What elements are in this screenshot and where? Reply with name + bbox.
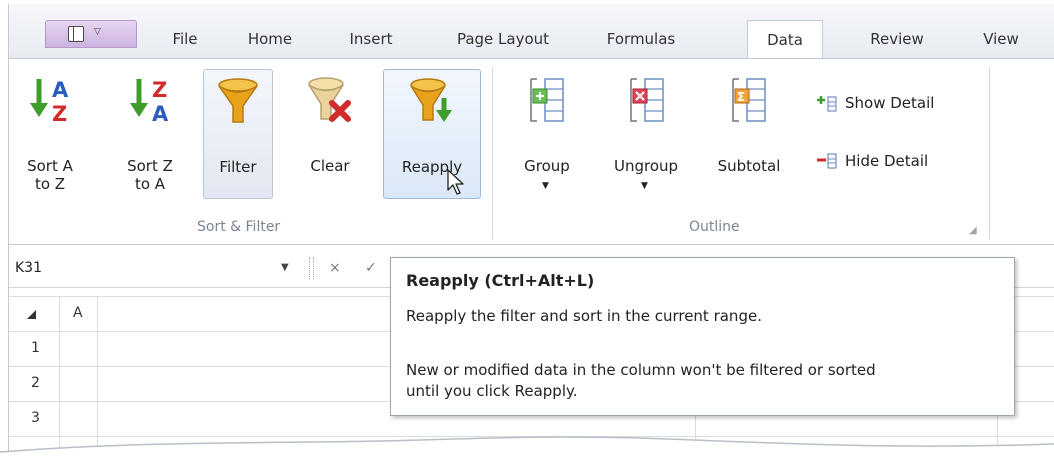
hide-detail-label: Hide Detail <box>845 152 929 170</box>
mouse-cursor-icon <box>447 169 464 195</box>
group-separator <box>492 67 493 239</box>
outline-dialog-launcher-icon[interactable]: ◢ <box>969 225 977 236</box>
svg-text:Z: Z <box>52 102 67 126</box>
clear-label: Clear <box>310 157 350 175</box>
tooltip-note-line-2: until you click Reapply. <box>406 382 578 400</box>
sort-a-to-z-button[interactable]: A Z Sort A to Z <box>17 69 83 199</box>
group-dropdown-icon: ▼ <box>542 181 549 191</box>
group-button[interactable]: Group ▼ <box>515 69 579 209</box>
svg-text:A: A <box>52 78 69 102</box>
clear-filter-icon <box>308 77 351 122</box>
tooltip-description: Reapply the filter and sort in the curre… <box>406 307 762 325</box>
group-separator <box>989 67 990 239</box>
show-detail-label: Show Detail <box>845 94 935 112</box>
row-header-1[interactable]: 1 <box>31 340 40 356</box>
name-box[interactable]: K31 <box>9 249 299 287</box>
cancel-entry-icon[interactable]: × <box>329 249 341 287</box>
splitter-grip[interactable] <box>309 257 314 279</box>
filter-label: Filter <box>219 158 257 176</box>
ribbon-tab-strip: ▽ File Home Insert Page Layout Formulas … <box>9 4 1054 58</box>
svg-text:Σ: Σ <box>737 90 745 104</box>
tooltip-note-line-1: New or modified data in the column won't… <box>406 361 876 379</box>
enter-entry-icon[interactable]: ✓ <box>365 249 377 287</box>
filter-button[interactable]: Filter <box>203 69 273 199</box>
ribbon-panel: A Z Sort A to Z Z A Sort Z to A Filter C… <box>9 58 1054 245</box>
sort-ascending-icon: A Z <box>30 78 69 126</box>
row-header-2[interactable]: 2 <box>31 375 40 391</box>
ungroup-button[interactable]: Ungroup ▼ <box>601 69 691 209</box>
sort-filter-group-label: Sort & Filter <box>197 219 281 235</box>
tab-formulas[interactable]: Formulas <box>591 20 691 58</box>
funnel-icon <box>218 78 258 123</box>
hide-detail-button[interactable]: Hide Detail <box>817 151 977 175</box>
svg-text:Z: Z <box>152 78 167 102</box>
tab-review[interactable]: Review <box>857 20 937 58</box>
application-menu-icon <box>68 26 84 42</box>
hide-detail-icon <box>817 153 837 169</box>
chevron-down-icon: ▽ <box>94 27 101 37</box>
group-label: Group <box>524 157 570 175</box>
name-box-dropdown-icon[interactable]: ▼ <box>281 249 289 287</box>
sort-descending-icon: Z A <box>130 78 169 126</box>
tab-data[interactable]: Data <box>747 20 823 58</box>
tab-insert[interactable]: Insert <box>333 20 409 58</box>
application-menu-button[interactable]: ▽ <box>45 20 137 48</box>
reapply-tooltip: Reapply (Ctrl+Alt+L) Reapply the filter … <box>390 257 1015 416</box>
subtotal-icon: Σ <box>732 78 766 122</box>
column-header-a[interactable]: A <box>73 305 83 321</box>
ungroup-label: Ungroup <box>613 157 679 175</box>
outline-group-label: Outline <box>689 219 740 235</box>
show-detail-icon <box>817 96 837 112</box>
select-all-corner-icon[interactable] <box>27 310 36 319</box>
ungroup-dropdown-icon: ▼ <box>641 181 648 191</box>
group-icon <box>530 78 564 122</box>
subtotal-label: Subtotal <box>717 157 781 175</box>
svg-text:A: A <box>152 102 169 126</box>
subtotal-button[interactable]: Σ Subtotal <box>705 69 793 199</box>
sort-a-to-z-label: Sort A to Z <box>27 157 73 193</box>
tab-view[interactable]: View <box>971 20 1031 58</box>
tooltip-title: Reapply (Ctrl+Alt+L) <box>406 271 595 290</box>
torn-edge-decoration <box>0 436 1054 459</box>
tab-file[interactable]: File <box>155 20 215 58</box>
reapply-filter-icon <box>410 78 452 122</box>
sort-z-to-a-button[interactable]: Z A Sort Z to A <box>117 69 183 199</box>
tab-home[interactable]: Home <box>235 20 305 58</box>
sort-z-to-a-label: Sort Z to A <box>127 157 173 193</box>
clear-filter-button[interactable]: Clear <box>295 69 365 199</box>
ungroup-icon <box>630 78 664 122</box>
tab-page-layout[interactable]: Page Layout <box>441 20 565 58</box>
spreadsheet-app: ▽ File Home Insert Page Layout Formulas … <box>8 4 1054 459</box>
reapply-button[interactable]: Reapply <box>383 69 481 199</box>
show-detail-button[interactable]: Show Detail <box>817 93 977 117</box>
